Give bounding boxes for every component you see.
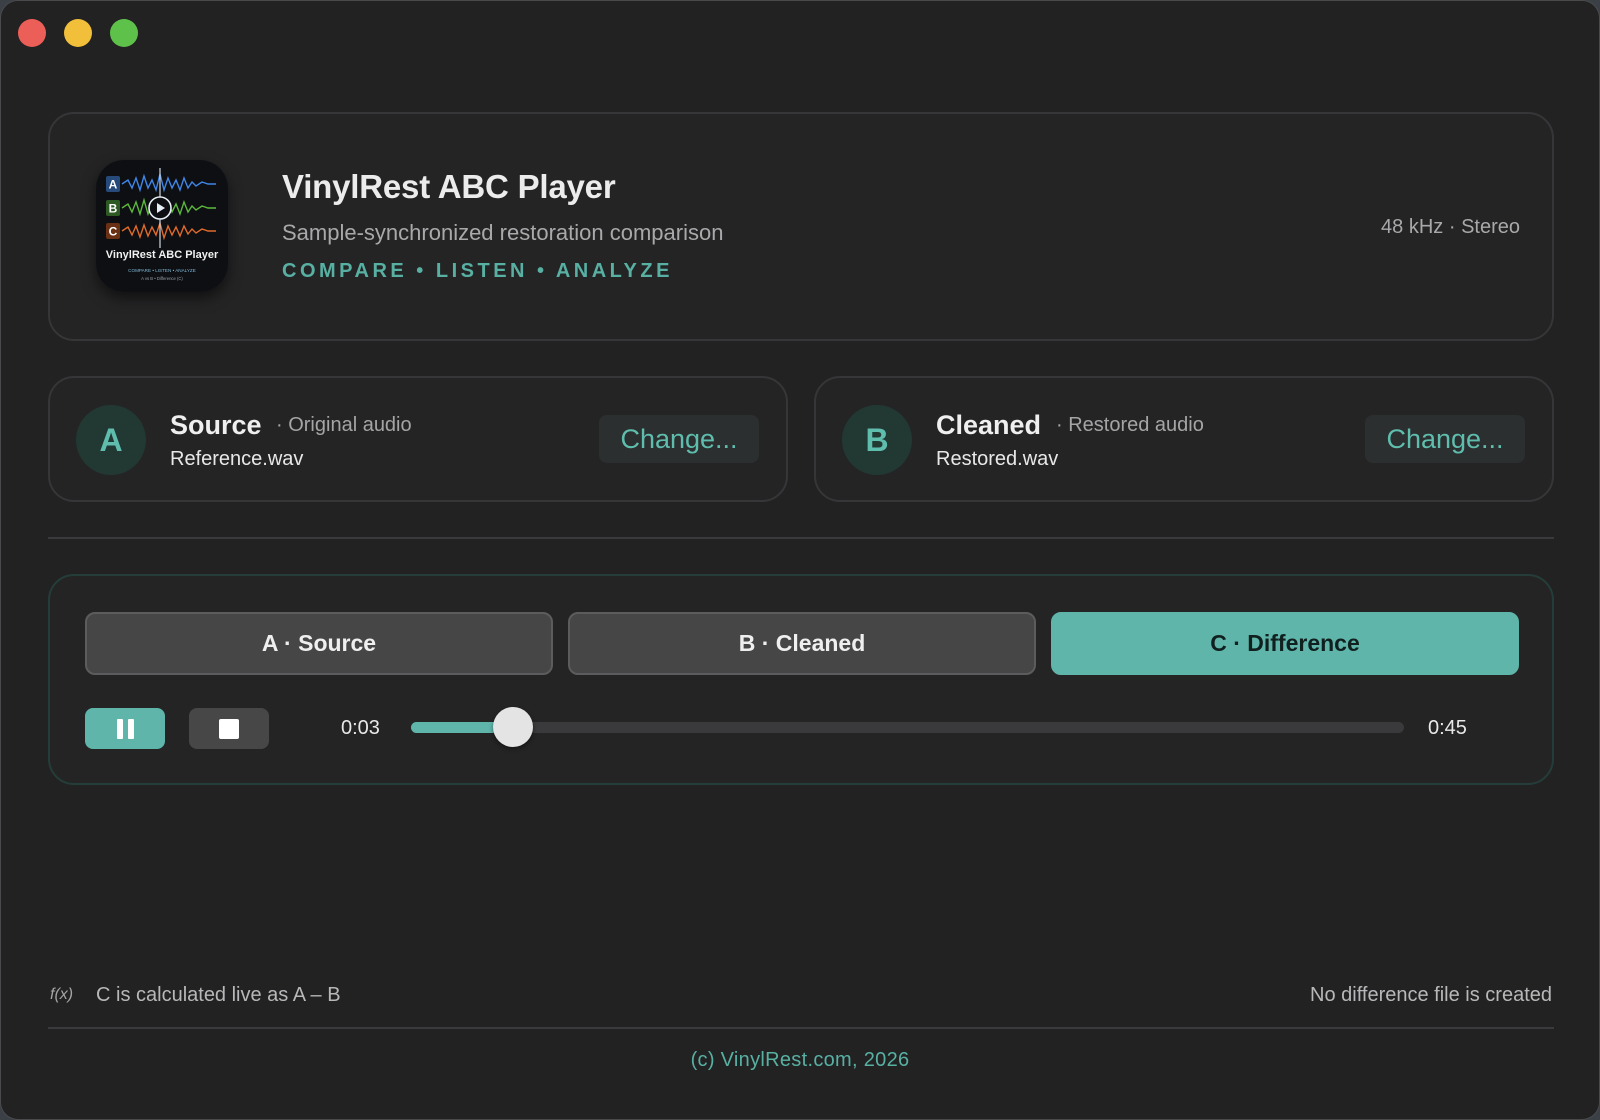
playback-slider[interactable] [411,707,1404,747]
cleaned-file-card: B Cleaned · Restored audio Restored.wav … [814,376,1554,502]
icon-wordmark: VinylRest ABC Player [106,249,219,261]
cleaned-description: · Restored audio [1056,414,1204,436]
app-tagline: COMPARE • LISTEN • ANALYZE [282,260,673,282]
difference-formula-text: C is calculated live as A – B [96,984,341,1006]
playback-slider-thumb[interactable] [493,707,534,747]
app-window: A B C VinylRest ABC Player COMPARE • LIS… [0,0,1600,1120]
difference-file-note: No difference file is created [1310,984,1552,1006]
player-card: A · Source B · Cleaned C · Difference 0:… [48,574,1554,785]
total-time: 0:45 [1428,717,1467,739]
app-subtitle: Sample-synchronized restoration comparis… [282,220,724,245]
cleaned-title: Cleaned [936,410,1042,440]
header-card: A B C VinylRest ABC Player COMPARE • LIS… [48,112,1554,341]
audio-format-label: 48 kHz · Stereo [1381,216,1520,238]
segment-c-difference[interactable]: C · Difference [1051,612,1519,675]
source-description: · Original audio [276,414,412,436]
segment-a-source[interactable]: A · Source [85,612,553,675]
function-icon: f(x) [50,986,74,1003]
app-icon: A B C VinylRest ABC Player COMPARE • LIS… [96,160,228,292]
pause-button[interactable] [85,708,165,749]
source-filename: Reference.wav [170,448,304,470]
source-badge: A [76,405,146,475]
icon-row-a: A [109,178,118,192]
source-title: Source [170,410,262,440]
source-file-card: A Source · Original audio Reference.wav … [48,376,788,502]
stop-icon [219,718,239,739]
icon-small-text-1: COMPARE • LISTEN • ANALYZE [128,268,196,273]
icon-row-b: B [109,202,118,216]
segment-b-cleaned[interactable]: B · Cleaned [568,612,1036,675]
stop-button[interactable] [189,708,269,749]
section-divider [48,537,1554,539]
change-cleaned-button[interactable]: Change... [1365,415,1525,463]
app-icon-graphic: A B C VinylRest ABC Player COMPARE • LIS… [96,160,228,292]
cleaned-badge: B [842,405,912,475]
copyright-text: (c) VinylRest.com, 2026 [690,1049,910,1071]
minimize-window-button[interactable] [64,19,92,47]
app-title: VinylRest ABC Player [282,168,616,205]
change-source-button[interactable]: Change... [599,415,759,463]
icon-row-c: C [109,225,118,239]
pause-icon [116,718,134,739]
current-time: 0:03 [341,717,380,739]
maximize-window-button[interactable] [110,19,138,47]
cleaned-filename: Restored.wav [936,448,1059,470]
icon-small-text-2: A vs B • Difference (C) [141,276,183,281]
footer-divider [48,1027,1554,1029]
close-window-button[interactable] [18,19,46,47]
